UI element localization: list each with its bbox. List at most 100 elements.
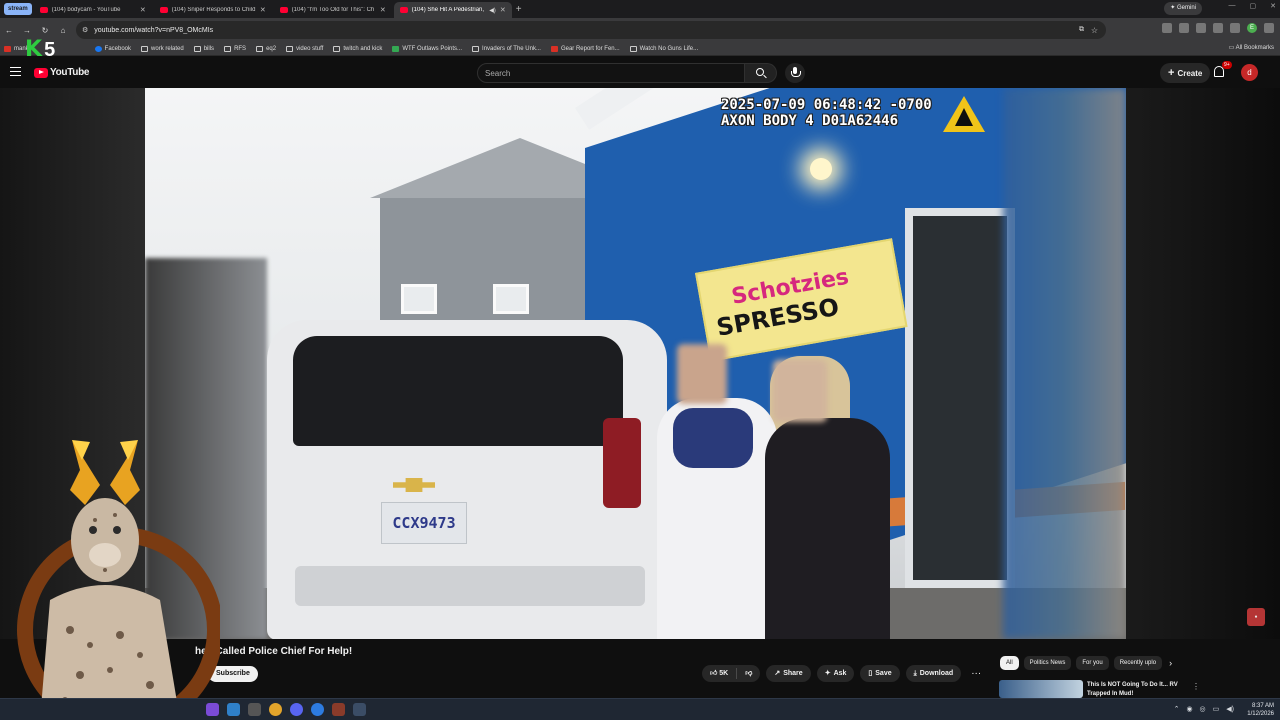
recommendation-thumbnail[interactable] — [999, 680, 1083, 698]
scene-person-1-shirt — [673, 408, 753, 468]
avatar[interactable]: d — [1241, 64, 1258, 81]
bookmark-label: eq2 — [266, 45, 277, 52]
extension-icon[interactable] — [1196, 23, 1206, 33]
close-window-icon[interactable]: ✕ — [1270, 2, 1276, 10]
extension-icon[interactable] — [1162, 23, 1172, 33]
close-tab-icon[interactable]: ✕ — [500, 6, 506, 14]
chevron-right-icon[interactable]: › — [1169, 658, 1172, 668]
youtube-wordmark: YouTube — [50, 67, 90, 78]
thumbs-down-icon: 👎︎ — [745, 670, 753, 677]
discord-icon[interactable] — [290, 703, 303, 716]
app-icon[interactable] — [248, 703, 261, 716]
install-app-icon[interactable]: ⧉ — [1079, 26, 1084, 34]
speaker-icon[interactable]: ◀) — [489, 7, 496, 14]
video-frame[interactable]: Schotzies SPRESSO CCX9473 2025-07-09 06:… — [145, 88, 1126, 639]
bookmark-item[interactable]: video stuff — [286, 45, 323, 52]
close-tab-icon[interactable]: ✕ — [140, 6, 146, 14]
timestamp-line1: 2025-07-09 06:48:42 -0700 — [721, 97, 932, 113]
folder-icon — [224, 45, 232, 52]
tab-group-chip[interactable]: stream — [4, 3, 32, 15]
browser-tab[interactable]: (104) bodycam - YouTube ✕ — [34, 2, 152, 18]
close-tab-icon[interactable]: ✕ — [260, 6, 266, 14]
minimize-icon[interactable]: — — [1229, 2, 1236, 10]
bookmark-item[interactable]: Gear Report for Fen... — [550, 45, 620, 52]
gemini-button[interactable]: ✦ Gemini — [1164, 2, 1202, 15]
bookmark-item[interactable]: eq2 — [256, 45, 277, 52]
forward-icon[interactable]: → — [18, 26, 36, 35]
search-button[interactable] — [745, 63, 777, 83]
bookmark-item[interactable]: twitch and kick — [333, 45, 383, 52]
maximize-icon[interactable]: ▢ — [1250, 2, 1257, 10]
bodycam-timestamp: 2025-07-09 06:48:42 -0700 AXON BODY 4 D0… — [721, 97, 932, 129]
reload-icon[interactable]: ↻ — [36, 26, 54, 35]
extension-icon[interactable] — [1179, 23, 1189, 33]
browser-tab[interactable]: (104) "I'm Too Old for This": Ch ✕ — [274, 2, 392, 18]
side-panel-icon[interactable] — [1230, 23, 1240, 33]
like-button[interactable]: 👍︎ 5K — [702, 665, 736, 682]
k5-logo-5: 5 — [44, 39, 56, 61]
app-icon[interactable] — [227, 703, 240, 716]
more-actions-icon[interactable]: ··· — [967, 668, 985, 679]
license-plate: CCX9473 — [381, 502, 467, 544]
chrome-icon[interactable] — [269, 703, 282, 716]
address-bar[interactable]: ⚙ youtube.com/watch?v=nPV8_OMcMIs ⧉ ☆ — [76, 21, 1106, 39]
puzzle-icon[interactable] — [1213, 23, 1223, 33]
app-icon[interactable] — [206, 703, 219, 716]
search-input[interactable]: Search — [477, 63, 745, 83]
bookmark-label: twitch and kick — [343, 45, 383, 52]
bookmark-item[interactable]: WTF Outlaws Points... — [392, 45, 462, 52]
app-icon[interactable] — [332, 703, 345, 716]
clock-date: 1/12/2026 — [1247, 711, 1274, 717]
tray-app-icon[interactable]: ◉ — [1186, 705, 1192, 713]
share-button[interactable]: ↗ Share — [766, 665, 811, 682]
bookmark-item[interactable]: RFS — [224, 45, 246, 52]
site-info-icon[interactable]: ⚙ — [82, 26, 88, 34]
site-icon — [550, 45, 558, 52]
stream-record-icon[interactable]: ● — [1247, 608, 1265, 626]
tab-title: (104) She Hit A Pedestrian, — [411, 7, 485, 13]
menu-icon[interactable] — [10, 67, 21, 76]
search-icon — [756, 68, 764, 76]
chip-politics-news[interactable]: Politics News — [1023, 656, 1072, 670]
home-icon[interactable]: ⌂ — [54, 26, 72, 35]
bookmark-item[interactable]: bills — [193, 45, 214, 52]
bookmark-star-icon[interactable]: ☆ — [1091, 26, 1098, 35]
bookmark-item[interactable]: Facebook — [94, 45, 132, 52]
display-icon[interactable]: ▭ — [1213, 705, 1220, 713]
profile-icon[interactable]: E — [1247, 23, 1257, 33]
blurred-face — [677, 344, 727, 404]
folder-icon — [256, 45, 264, 52]
bookmark-item[interactable]: Watch No Guns Life... — [629, 45, 698, 52]
bookmark-item[interactable]: work related — [141, 45, 184, 52]
close-tab-icon[interactable]: ✕ — [380, 6, 386, 14]
download-button[interactable]: ⤓ Download — [905, 665, 962, 682]
browser-tab[interactable]: (104) Sniper Responds to Child ✕ — [154, 2, 272, 18]
app-icon[interactable] — [311, 703, 324, 716]
ask-button[interactable]: ✦ Ask — [816, 665, 855, 682]
taskbar-clock[interactable]: 8:37 AM 1/12/2026 — [1247, 702, 1274, 718]
chip-for-you[interactable]: For you — [1076, 656, 1109, 670]
new-tab-button[interactable]: + — [516, 4, 522, 15]
dislike-button[interactable]: 👎︎ — [737, 665, 760, 682]
voice-search-icon[interactable] — [785, 63, 805, 83]
menu-dots-icon[interactable] — [1264, 23, 1274, 33]
bookmark-label: Facebook — [104, 45, 132, 52]
like-count: 5K — [719, 670, 729, 677]
browser-tab-active[interactable]: (104) She Hit A Pedestrian, ◀) ✕ — [393, 2, 512, 18]
scene-window — [493, 284, 529, 314]
bookmark-item[interactable]: Invaders of The Unk... — [472, 45, 541, 52]
settings-icon[interactable] — [353, 703, 366, 716]
tray-app-icon[interactable]: ◎ — [1200, 705, 1206, 713]
save-button[interactable]: ▯ Save — [860, 665, 900, 682]
chevron-up-icon[interactable]: ⌃ — [1174, 705, 1180, 713]
chip-all[interactable]: All — [1000, 656, 1019, 670]
recommendation-title[interactable]: This Is NOT Going To Do It... RV Trapped… — [1087, 681, 1199, 699]
all-bookmarks-button[interactable]: ▭ All Bookmarks — [1229, 44, 1274, 51]
extensions-row: E — [1162, 23, 1274, 33]
chip-recently-uploaded[interactable]: Recently uplo — [1113, 656, 1163, 670]
volume-icon[interactable]: ◀) — [1226, 705, 1234, 713]
back-icon[interactable]: ← — [0, 26, 18, 35]
create-button[interactable]: + Create — [1160, 63, 1211, 83]
recommendation-menu-icon[interactable]: ⋮ — [1192, 682, 1200, 691]
youtube-logo[interactable]: YouTube — [34, 67, 90, 78]
